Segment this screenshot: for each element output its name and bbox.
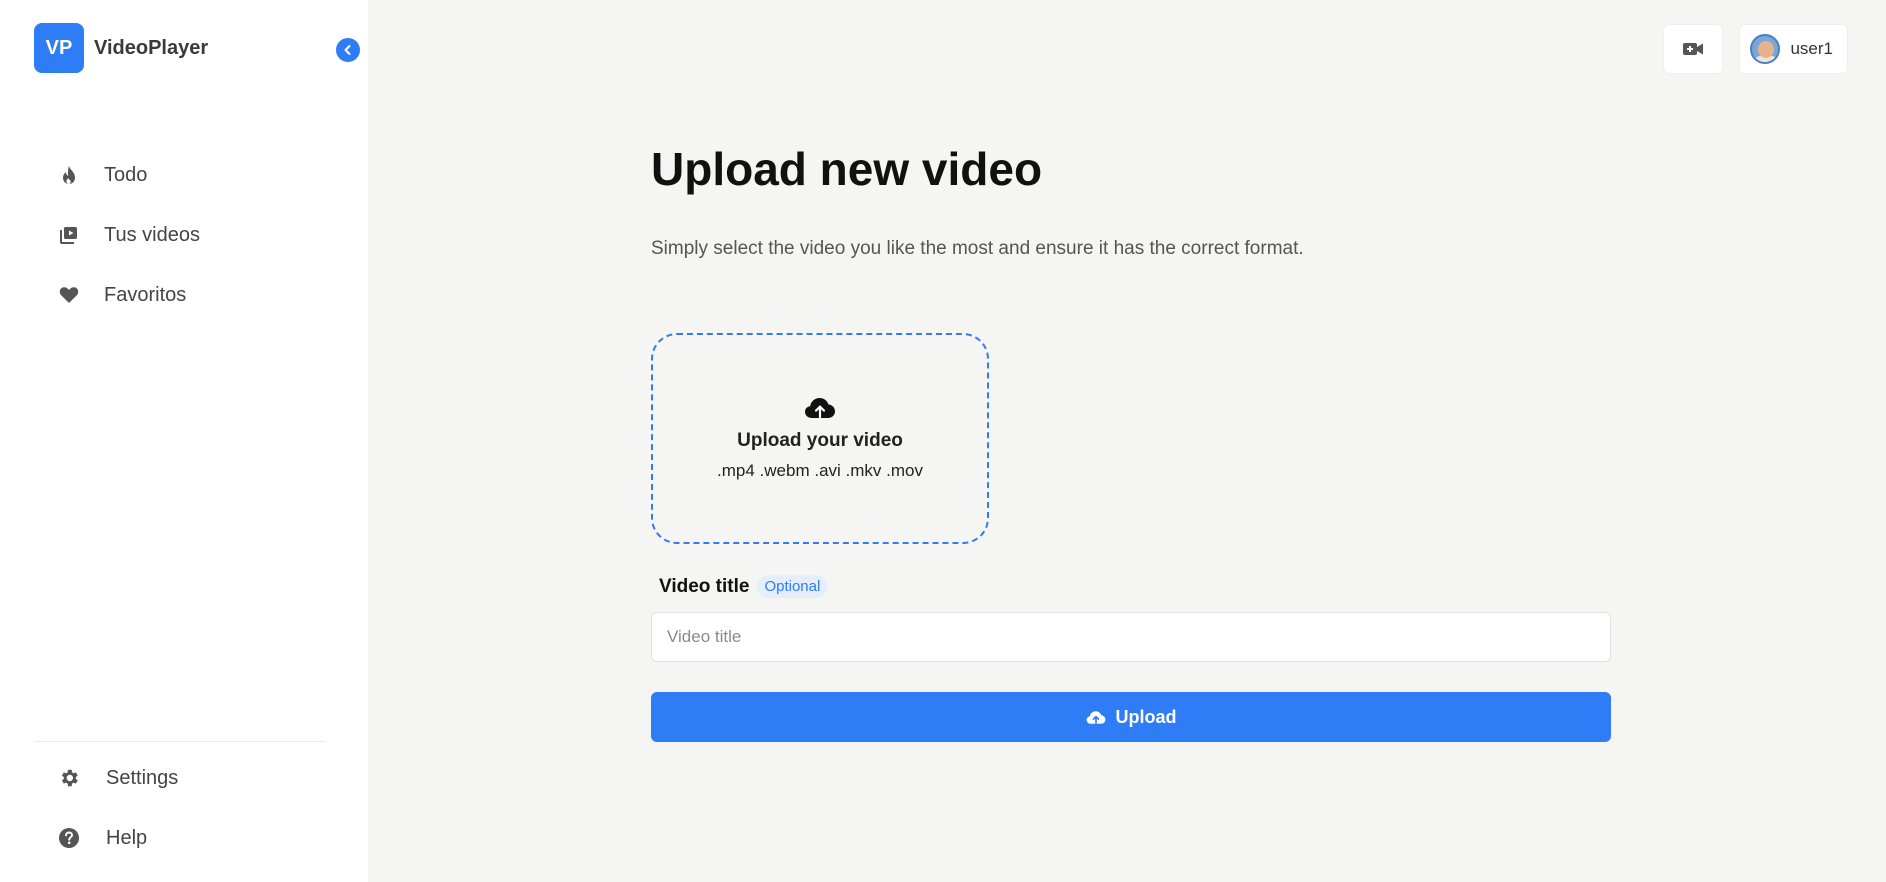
avatar (1750, 34, 1781, 64)
video-title-label: Video title Optional (659, 575, 828, 598)
page-title: Upload new video (651, 143, 1043, 195)
sidebar-item-label: Tus videos (104, 223, 200, 246)
sidebar-item-label: Help (106, 826, 148, 849)
page-subtitle: Simply select the video you like the mos… (651, 238, 1304, 259)
sidebar-item-settings[interactable]: Settings (0, 748, 368, 808)
optional-badge: Optional (757, 575, 828, 598)
sidebar-collapse-button[interactable] (336, 38, 360, 62)
dropzone-title: Upload your video (737, 430, 903, 451)
sidebar-item-label: Favoritos (104, 283, 187, 306)
sidebar-item-tus-videos[interactable]: Tus videos (0, 205, 368, 265)
sidebar-divider (34, 741, 326, 742)
brand-name: VideoPlayer (94, 36, 209, 59)
brand[interactable]: VP VideoPlayer (34, 23, 208, 73)
video-library-icon (58, 224, 80, 246)
upload-button[interactable]: Upload (651, 692, 1611, 742)
sidebar-item-label: Settings (106, 766, 179, 789)
video-camera-plus-icon (1683, 43, 1704, 55)
username: user1 (1790, 39, 1833, 58)
upload-button-label: Upload (1115, 706, 1177, 727)
sidebar-nav: Todo Tus videos Favoritos (0, 145, 368, 325)
help-icon (58, 827, 80, 849)
sidebar-bottom-nav: Settings Help (0, 748, 368, 868)
chevron-left-icon (344, 45, 351, 55)
sidebar-item-help[interactable]: Help (0, 808, 368, 868)
sidebar-item-label: Todo (104, 163, 148, 186)
video-title-label-text: Video title (659, 575, 750, 597)
cloud-upload-icon (1086, 710, 1106, 725)
video-title-input[interactable] (651, 612, 1611, 662)
dropzone-formats: .mp4 .webm .avi .mkv .mov (717, 461, 923, 480)
cloud-upload-icon (805, 398, 835, 419)
brand-logo: VP (34, 23, 84, 73)
video-dropzone[interactable]: Upload your video .mp4 .webm .avi .mkv .… (651, 333, 989, 544)
record-video-button[interactable] (1663, 24, 1724, 74)
sidebar-item-todo[interactable]: Todo (0, 145, 368, 205)
top-actions: user1 (1663, 24, 1848, 74)
gear-icon (58, 767, 80, 789)
heart-icon (58, 284, 80, 306)
sidebar: VP VideoPlayer Todo Tus videos Favoritos… (0, 0, 368, 882)
user-menu-button[interactable]: user1 (1739, 24, 1848, 74)
sidebar-item-favoritos[interactable]: Favoritos (0, 265, 368, 325)
fire-icon (58, 164, 80, 186)
